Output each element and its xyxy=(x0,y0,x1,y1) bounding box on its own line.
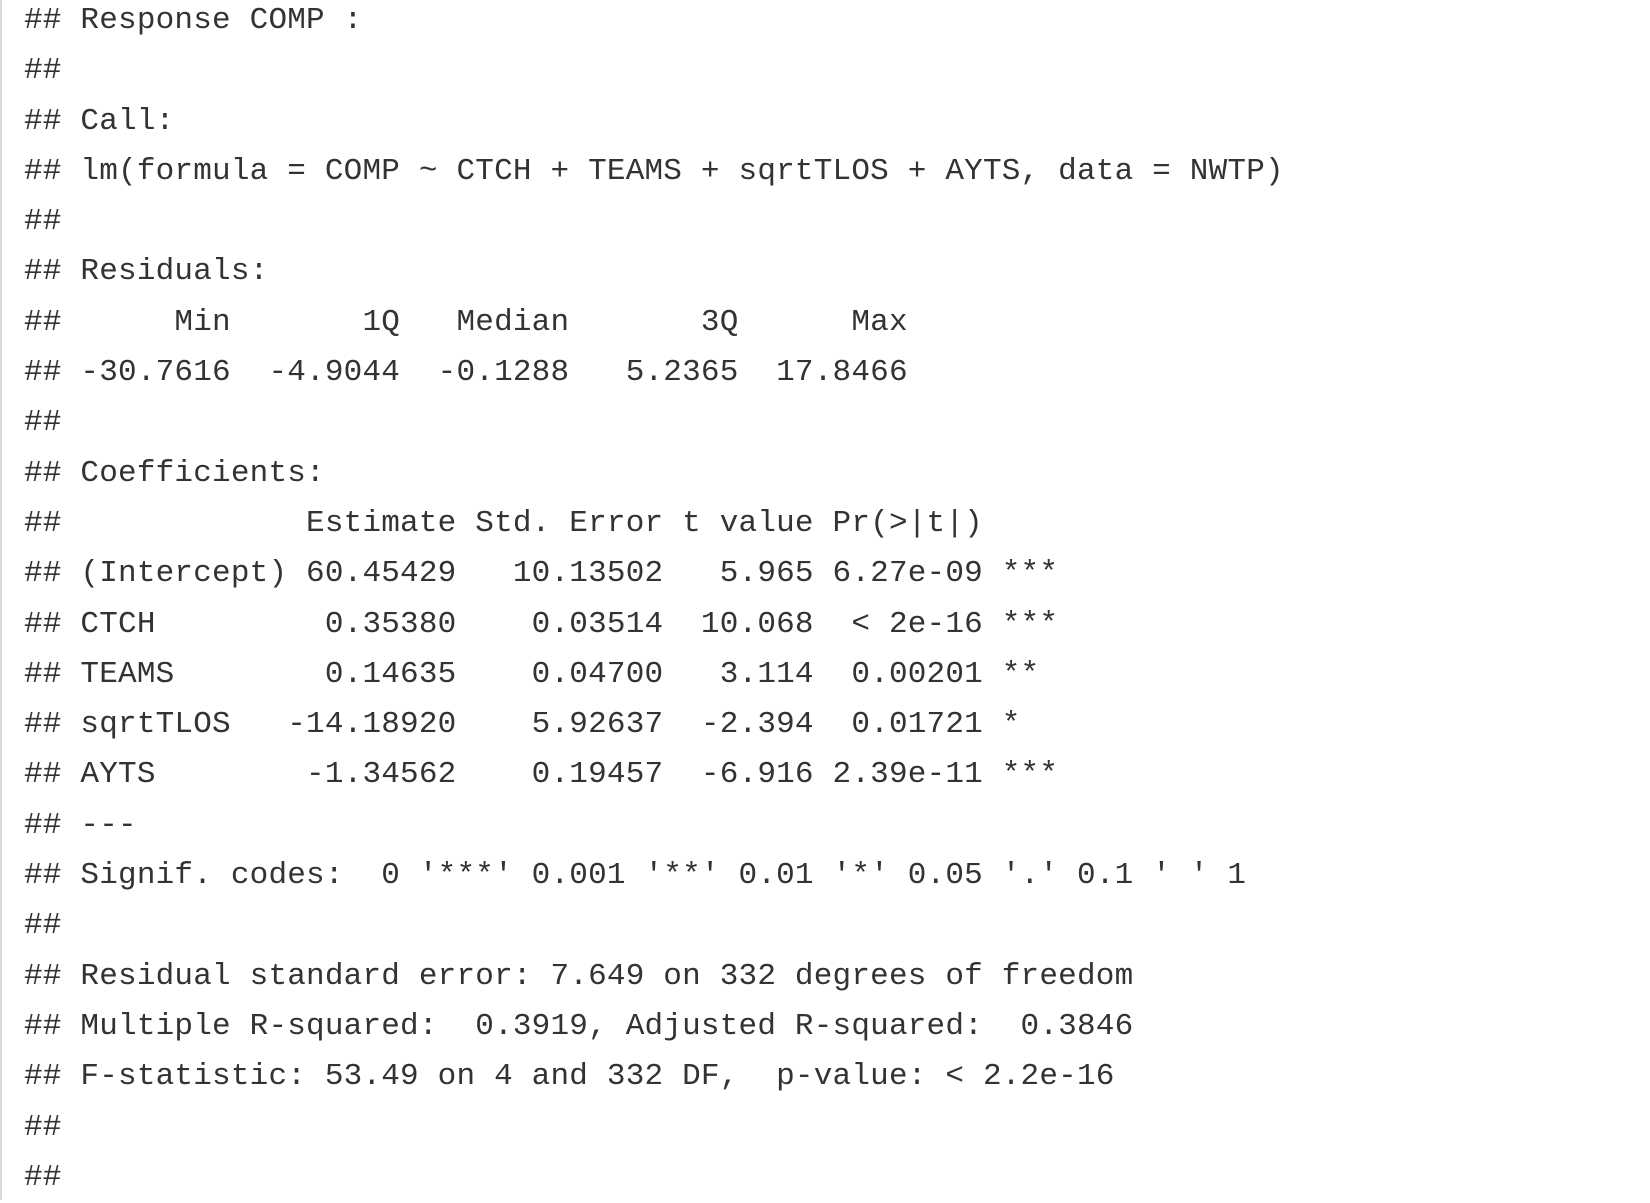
lm-summary-output: ## Response COMP : ## ## Call: ## lm(formul… xyxy=(24,0,1284,1203)
r-output-panel: ## Response COMP : ## ## Call: ## lm(formul… xyxy=(0,0,1650,1200)
output-line-residuals-values: ## -30.7616 -4.9044 -0.1288 5.2365 17.84… xyxy=(24,355,908,391)
output-line-response-header: ## Response COMP : xyxy=(24,3,363,38)
output-line-blank: ## xyxy=(24,1159,62,1195)
output-line-blank: ## xyxy=(24,405,62,441)
output-line-signif-codes: ## Signif. codes: 0 '***' 0.001 '**' 0.0… xyxy=(24,858,1247,894)
output-line-coefficients-header: ## Estimate Std. Error t value Pr(>|t|) xyxy=(24,505,983,541)
output-line-coef-intercept: ## (Intercept) 60.45429 10.13502 5.965 6… xyxy=(24,556,1059,592)
output-line-call-label: ## Call: xyxy=(24,103,175,139)
output-line-residuals-header: ## Min 1Q Median 3Q Max xyxy=(24,304,908,340)
output-line-coef-sqrttlos: ## sqrtTLOS -14.18920 5.92637 -2.394 0.0… xyxy=(24,707,1021,743)
output-line-residual-std-error: ## Residual standard error: 7.649 on 332… xyxy=(24,958,1134,994)
output-line-separator: ## --- xyxy=(24,807,137,843)
output-line-call-formula: ## lm(formula = COMP ~ CTCH + TEAMS + sq… xyxy=(24,153,1284,189)
output-line-f-statistic: ## F-statistic: 53.49 on 4 and 332 DF, p… xyxy=(24,1059,1115,1095)
output-line-blank: ## xyxy=(24,204,62,240)
output-line-r-squared: ## Multiple R-squared: 0.3919, Adjusted … xyxy=(24,1008,1134,1044)
output-line-blank: ## xyxy=(24,1109,62,1145)
output-line-coefficients-label: ## Coefficients: xyxy=(24,455,325,491)
output-line-residuals-label: ## Residuals: xyxy=(24,254,269,290)
output-line-coef-ayts: ## AYTS -1.34562 0.19457 -6.916 2.39e-11… xyxy=(24,757,1059,793)
output-line-blank: ## xyxy=(24,908,62,944)
output-line-blank: ## xyxy=(24,53,62,89)
output-line-coef-teams: ## TEAMS 0.14635 0.04700 3.114 0.00201 *… xyxy=(24,656,1040,692)
output-line-coef-ctch: ## CTCH 0.35380 0.03514 10.068 < 2e-16 *… xyxy=(24,606,1059,642)
